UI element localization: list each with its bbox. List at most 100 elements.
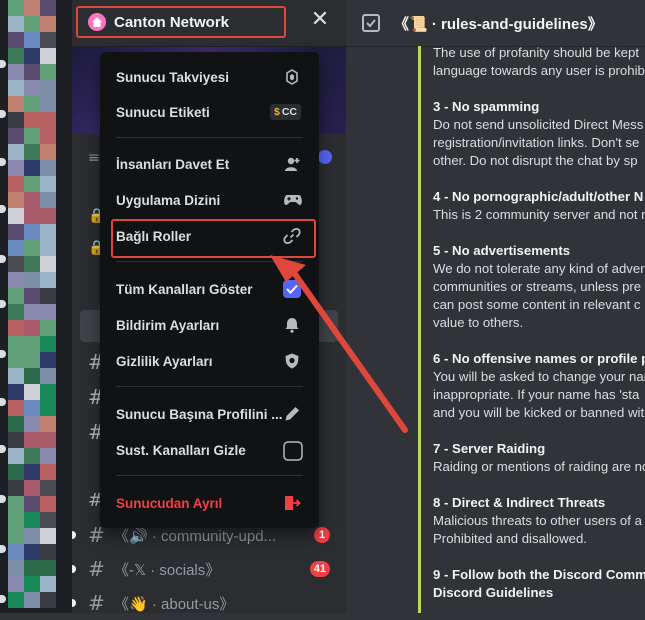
menu-item-server-tag[interactable]: Sunucu Etiketi $ CC bbox=[108, 96, 311, 128]
server-unread-indicator bbox=[0, 60, 6, 68]
server-unread-indicator bbox=[0, 595, 6, 603]
add-person-icon bbox=[283, 155, 301, 173]
rule-line: language towards any user is prohibi bbox=[433, 63, 645, 78]
server-icon-pixel bbox=[24, 128, 40, 144]
pencil-icon bbox=[283, 405, 301, 423]
server-name-button[interactable]: Canton Network bbox=[76, 6, 286, 38]
server-icon-pixel bbox=[40, 448, 56, 464]
server-icon-pixel bbox=[8, 512, 24, 528]
menu-item-invite-people[interactable]: İnsanları Davet Et bbox=[108, 148, 311, 180]
channel-name: 《-𝕏 · socials》 bbox=[114, 561, 221, 579]
rule-paragraph: 8 - Direct & Indirect Threats Malicious … bbox=[433, 494, 645, 548]
server-icon-pixel bbox=[24, 80, 40, 96]
menu-item-server-boost[interactable]: Sunucu Takviyesi bbox=[108, 61, 311, 93]
server-icon-pixel bbox=[24, 560, 40, 576]
server-icon-pixel bbox=[40, 160, 56, 176]
close-menu-icon[interactable]: ✕ bbox=[310, 9, 330, 31]
chat-area: 《📜 · rules-and-guidelines》 The use of pr… bbox=[346, 0, 645, 613]
hash-icon: # bbox=[88, 591, 105, 615]
server-icon-pixel bbox=[40, 80, 56, 96]
server-icon-pixel bbox=[8, 240, 24, 256]
server-icon-pixel bbox=[8, 160, 24, 176]
server-icon-pixel bbox=[40, 144, 56, 160]
rule-paragraph: 6 - No offensive names or profile p You … bbox=[433, 350, 645, 422]
server-icon-pixel bbox=[24, 432, 40, 448]
server-icon-pixel bbox=[8, 576, 24, 592]
menu-item-privacy-settings[interactable]: Gizlilik Ayarları bbox=[108, 345, 311, 377]
server-header[interactable]: Canton Network ✕ bbox=[72, 0, 346, 47]
server-icon-pixel bbox=[40, 240, 56, 256]
channel-about-us[interactable]: # 《👋 · about-us》 bbox=[72, 587, 338, 619]
server-icon-pixel bbox=[40, 224, 56, 240]
channel-socials[interactable]: # 《-𝕏 · socials》 41 bbox=[72, 553, 338, 585]
server-icon-pixel bbox=[40, 256, 56, 272]
server-icon-pixel bbox=[8, 368, 24, 384]
rule-line: You will be asked to change your nar bbox=[433, 369, 645, 384]
rule-paragraph: 3 - No spamming Do not send unsolicited … bbox=[433, 98, 645, 170]
boost-icon bbox=[283, 68, 301, 86]
server-icon-pixel bbox=[8, 16, 24, 32]
server-icon-pixel bbox=[8, 352, 24, 368]
menu-separator bbox=[116, 386, 303, 387]
rule-line: We do not tolerate any kind of adver bbox=[433, 261, 645, 276]
server-icons-grid[interactable] bbox=[8, 0, 60, 608]
menu-item-leave-server[interactable]: Sunucudan Ayrıl bbox=[108, 487, 311, 519]
server-icon-pixel bbox=[8, 112, 24, 128]
server-icon-pixel bbox=[24, 272, 40, 288]
gamepad-icon bbox=[283, 191, 302, 209]
channel-name: 《👋 · about-us》 bbox=[114, 595, 235, 613]
highlight-box bbox=[111, 219, 316, 258]
server-icon-pixel bbox=[40, 64, 56, 80]
rule-paragraph: 9 - Follow both the Discord Commu Discor… bbox=[433, 566, 645, 602]
server-icon-pixel bbox=[24, 320, 40, 336]
server-icon-pixel bbox=[8, 304, 24, 320]
rule-heading: 6 - No offensive names or profile p bbox=[433, 351, 645, 366]
server-icon-pixel bbox=[8, 384, 24, 400]
menu-item-app-directory[interactable]: Uygulama Dizini bbox=[108, 184, 311, 216]
server-icon-pixel bbox=[24, 592, 40, 608]
server-icon-pixel bbox=[40, 112, 56, 128]
server-icon-pixel bbox=[8, 560, 24, 576]
server-icon-pixel bbox=[24, 48, 40, 64]
server-icon-pixel bbox=[40, 128, 56, 144]
server-icon-pixel bbox=[40, 352, 56, 368]
server-unread-indicator bbox=[0, 158, 6, 166]
server-icon-pixel bbox=[40, 96, 56, 112]
checkbox-empty-icon[interactable] bbox=[283, 441, 303, 461]
rule-line: communities or streams, unless pre bbox=[433, 279, 642, 294]
rule-line: Raiding or mentions of raiding are no bbox=[433, 459, 645, 474]
server-icon-pixel bbox=[24, 480, 40, 496]
server-icon-pixel bbox=[8, 416, 24, 432]
mention-badge: 1 bbox=[314, 527, 330, 543]
menu-separator bbox=[116, 137, 303, 138]
server-icon-pixel bbox=[24, 528, 40, 544]
menu-item-show-all-channels[interactable]: Tüm Kanalları Göster bbox=[108, 273, 311, 305]
rules-channel-icon bbox=[362, 14, 380, 32]
server-icon-pixel bbox=[24, 464, 40, 480]
rule-paragraph: 4 - No pornographic/adult/other N This i… bbox=[433, 188, 645, 224]
server-icon-pixel bbox=[24, 336, 40, 352]
server-icon-pixel bbox=[40, 192, 56, 208]
menu-item-hide-muted-channels[interactable]: Sust. Kanalları Gizle bbox=[108, 434, 311, 466]
server-unread-indicator bbox=[0, 545, 6, 553]
leave-icon bbox=[283, 494, 301, 512]
server-icon-pixel bbox=[40, 288, 56, 304]
server-icon-pixel bbox=[8, 592, 24, 608]
guild-rail[interactable] bbox=[0, 0, 72, 613]
server-icon-pixel bbox=[40, 32, 56, 48]
menu-item-edit-server-profile[interactable]: Sunucu Başına Profilini ... bbox=[108, 398, 311, 430]
menu-item-label: Sust. Kanalları Gizle bbox=[116, 442, 246, 458]
server-icon-pixel bbox=[24, 304, 40, 320]
server-icon-pixel bbox=[24, 192, 40, 208]
server-icon-pixel bbox=[40, 528, 56, 544]
menu-item-notification-settings[interactable]: Bildirim Ayarları bbox=[108, 309, 311, 341]
server-icon-pixel bbox=[8, 224, 24, 240]
server-icon-pixel bbox=[24, 16, 40, 32]
server-icon-pixel bbox=[8, 336, 24, 352]
rule-line: value to others. bbox=[433, 315, 524, 330]
server-icon-pixel bbox=[40, 304, 56, 320]
server-icon-pixel bbox=[8, 96, 24, 112]
server-unread-indicator bbox=[0, 495, 6, 503]
rule-line: inappropriate. If your name has 'sta bbox=[433, 387, 640, 402]
server-icon-pixel bbox=[24, 576, 40, 592]
